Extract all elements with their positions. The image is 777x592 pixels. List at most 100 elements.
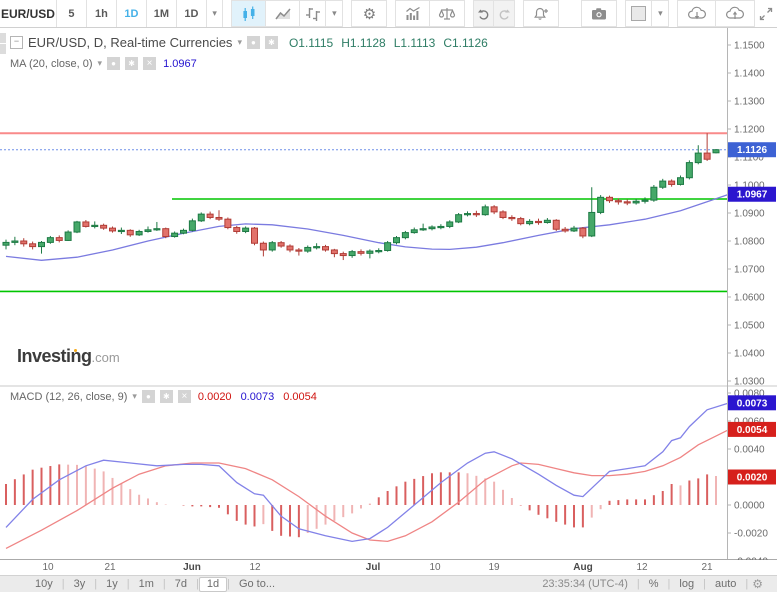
range-button-1y[interactable]: 1y	[97, 578, 127, 590]
range-button-7d[interactable]: 7d	[166, 578, 196, 590]
range-button-10y[interactable]: 10y	[26, 578, 62, 590]
close-icon[interactable]: ×	[178, 390, 191, 403]
gear-icon[interactable]: ✱	[125, 57, 138, 70]
time-axis-label: 10	[429, 562, 440, 573]
timeframe-dropdown[interactable]: ▾	[207, 0, 224, 27]
auto-scale-button[interactable]: auto	[706, 578, 745, 590]
macd-hist-badge: 0.0020	[737, 473, 768, 484]
candle	[651, 187, 657, 200]
time-axis-label: 21	[104, 562, 115, 573]
screenshot-camera-icon[interactable]	[582, 1, 616, 26]
candle	[438, 226, 444, 227]
time-axis-label: Jul	[366, 562, 380, 573]
timeframe-button-1D[interactable]: 1D	[117, 0, 147, 27]
candle	[589, 212, 595, 236]
line-chart-icon[interactable]	[266, 1, 300, 26]
candle	[367, 251, 373, 253]
indicators-icon[interactable]	[396, 1, 430, 26]
candle	[518, 219, 524, 224]
candle	[269, 243, 275, 250]
gear-icon[interactable]: ✱	[265, 36, 278, 49]
macd-dropdown-icon[interactable]: ▾	[132, 391, 137, 402]
gear-glyph: ⚙	[363, 5, 376, 23]
axis-settings-gear-icon[interactable]: ⚙	[748, 577, 767, 591]
macd-legend: MACD (12, 26, close, 9) ▾ ● ✱ × 0.0020 0…	[10, 390, 317, 403]
brand-suffix: .com	[92, 350, 120, 365]
price-axis-label: 1.1300	[734, 97, 765, 108]
symbol-button[interactable]: EUR/USD	[0, 0, 57, 27]
instrument-legend: − EUR/USD, D, Real-time Currencies ▾ ● ✱…	[10, 35, 488, 50]
time-axis-label: Aug	[573, 562, 592, 573]
gear-icon[interactable]: ✱	[160, 390, 173, 403]
candle	[509, 217, 515, 218]
redo-icon[interactable]	[494, 1, 514, 26]
clock[interactable]: 23:35:34 (UTC-4)	[533, 578, 637, 590]
drawing-toolbar-collapsed[interactable]	[0, 32, 8, 58]
cloud-download-icon[interactable]	[678, 1, 716, 26]
price-axis-label: 1.1200	[734, 125, 765, 136]
price-axis-label: 1.0600	[734, 293, 765, 304]
candle	[181, 230, 187, 233]
eye-icon[interactable]: ●	[247, 36, 260, 49]
ma-dropdown-icon[interactable]: ▾	[98, 58, 103, 69]
candle	[394, 238, 400, 243]
chart-type-dropdown[interactable]: ▾	[326, 1, 342, 26]
candle	[358, 252, 364, 254]
macd-axis-label: -0.0020	[734, 529, 768, 540]
add-alert-icon[interactable]	[524, 1, 558, 26]
compare-scales-icon[interactable]	[430, 1, 464, 26]
ma-value-badge: 1.0967	[737, 190, 768, 201]
high-value: H1.1128	[341, 36, 385, 50]
background-style-dropdown[interactable]: ▾	[652, 1, 668, 26]
candle	[429, 227, 435, 229]
range-button-1d[interactable]: 1d	[199, 577, 227, 592]
candle	[527, 221, 533, 223]
timeframe-button-1h[interactable]: 1h	[87, 0, 117, 27]
candle	[642, 200, 648, 201]
camera-glyph	[590, 5, 608, 23]
price-axis-label: 1.0900	[734, 209, 765, 220]
candle	[376, 251, 382, 252]
candle	[278, 243, 284, 246]
bottom-right-controls: 23:35:34 (UTC-4) | % | log | auto | ⚙	[533, 577, 767, 591]
candle	[12, 241, 18, 242]
candle	[234, 228, 240, 232]
instrument-dropdown-icon[interactable]: ▾	[237, 37, 242, 48]
eye-icon[interactable]: ●	[107, 57, 120, 70]
goto-button[interactable]: Go to...	[230, 578, 284, 590]
close-icon[interactable]: ×	[143, 57, 156, 70]
candle	[154, 229, 160, 230]
timeframe-button-5[interactable]: 5	[57, 0, 87, 27]
candlestick-chart-icon[interactable]	[232, 1, 266, 26]
fullscreen-icon[interactable]	[755, 0, 777, 27]
undo-icon[interactable]	[474, 1, 494, 26]
candle	[207, 214, 213, 217]
candle	[660, 181, 666, 187]
candle	[340, 254, 346, 256]
chart-canvas[interactable]: 1.15001.14001.13001.12001.11001.10001.09…	[0, 28, 777, 560]
cloud-upload-icon[interactable]	[716, 1, 754, 26]
candle	[571, 228, 577, 231]
price-axis-label: 1.1400	[734, 69, 765, 80]
candle	[491, 207, 497, 212]
range-button-1m[interactable]: 1m	[130, 578, 163, 590]
candle	[216, 217, 222, 219]
ohlc-chart-icon[interactable]	[300, 1, 326, 26]
timeframe-button-1D[interactable]: 1D	[177, 0, 207, 27]
time-axis[interactable]: 1021Jun12Jul1019Aug1221	[0, 560, 777, 575]
candle	[331, 250, 337, 254]
timeframe-button-1M[interactable]: 1M	[147, 0, 177, 27]
open-value: O1.1115	[289, 36, 333, 50]
candle	[323, 247, 329, 250]
candle	[47, 238, 53, 243]
log-scale-button[interactable]: log	[670, 578, 703, 590]
eye-icon[interactable]: ●	[142, 390, 155, 403]
background-style-icon[interactable]	[626, 1, 652, 26]
settings-gear-icon[interactable]: ⚙	[352, 1, 386, 26]
candle	[21, 241, 27, 244]
range-button-3y[interactable]: 3y	[65, 578, 95, 590]
percent-scale-button[interactable]: %	[640, 578, 668, 590]
redo-glyph	[497, 7, 511, 21]
collapse-legend-icon[interactable]: −	[10, 36, 23, 49]
candle	[402, 233, 408, 238]
